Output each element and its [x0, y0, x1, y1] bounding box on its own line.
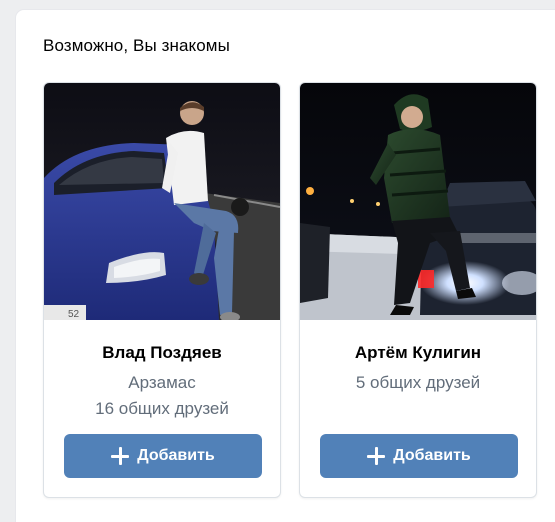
add-friend-label: Добавить — [393, 447, 471, 464]
add-friend-label: Добавить — [137, 447, 215, 464]
section-title: Возможно, Вы знакомы — [43, 36, 230, 55]
friend-suggestion-card: Артём Кулигин 5 общих друзей Добавить — [299, 82, 537, 498]
plus-icon — [367, 447, 386, 465]
mutual-friends-count[interactable]: 16 общих друзей — [44, 399, 280, 419]
friend-suggestion-card: 52 Влад Поздяев Арзамас 16 общих друзей … — [43, 82, 281, 498]
mutual-friends-count[interactable]: 5 общих друзей — [300, 373, 536, 393]
friend-name[interactable]: Влад Поздяев — [44, 343, 280, 363]
friend-name[interactable]: Артём Кулигин — [300, 343, 536, 363]
add-friend-button[interactable]: Добавить — [64, 434, 262, 478]
plus-icon — [111, 447, 130, 465]
friend-suggestions-panel: Возможно, Вы знакомы 52 Влад Поздяев Арз… — [16, 10, 555, 522]
profile-photo[interactable]: 52 — [44, 83, 280, 320]
add-friend-button[interactable]: Добавить — [320, 434, 518, 478]
friend-city: Арзамас — [128, 373, 196, 392]
profile-photo[interactable] — [300, 83, 536, 320]
plate-number: 52 — [68, 309, 80, 320]
